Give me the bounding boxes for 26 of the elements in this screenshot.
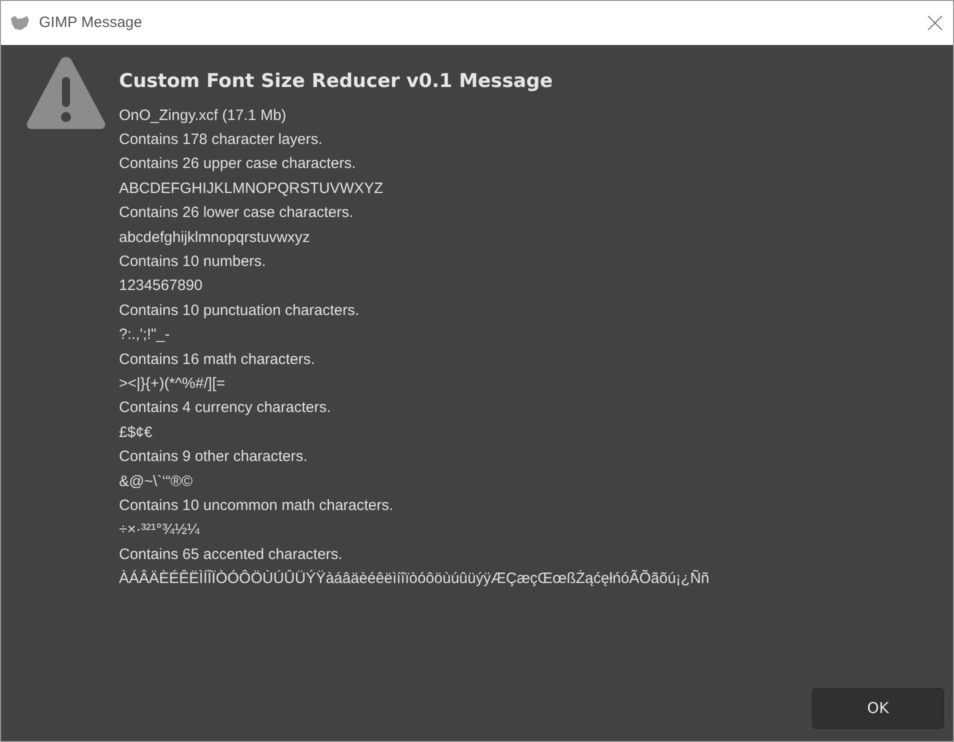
message-line: ><|}{+)(*^%#/][= [119, 374, 226, 394]
message-line: Contains 10 uncommon math characters. [119, 496, 394, 516]
message-line: Contains 26 upper case characters. [119, 154, 357, 174]
warning-icon [25, 55, 107, 131]
message-line: Contains 65 accented characters. [119, 544, 344, 565]
message-line: 1234567890 [119, 276, 204, 296]
close-icon[interactable] [927, 15, 943, 31]
message-heading: Custom Font Size Reducer v0.1 Message [119, 69, 554, 94]
message-line: &@~\`‘“®© [119, 472, 194, 492]
message-line: £$¢€ [119, 422, 154, 443]
message-line: ÀÁÂÄÈÉÊËÌÍÎÏÒÓÔÖÙÚÛÜÝŸàáâäèéêëìíîïòóôöùúûüýÿÆÇæçŒœßŻąćęłńóÃÕãõú¡¿Ññ [119, 568, 710, 590]
message-line: Contains 178 character layers. [119, 130, 324, 150]
message-line: Contains 26 lower case characters. [119, 203, 354, 224]
message-line: abcdefghijklmnopqrstuvwxyz [119, 228, 311, 248]
ok-button[interactable]: OK [812, 688, 944, 729]
gimp-icon [9, 14, 31, 32]
message-line: Contains 16 math characters. [119, 350, 316, 370]
message-line: ÷×·³²¹°¾½¼ [119, 520, 201, 540]
message-line: Contains 4 currency characters. [119, 398, 332, 418]
message-line: Contains 10 numbers. [119, 252, 267, 272]
window-title: GIMP Message [39, 12, 142, 33]
message-line: OnO_Zingy.xcf (17.1 Mb) [119, 106, 288, 126]
message-line: Contains 9 other characters. [119, 447, 308, 468]
message-line: Contains 10 punctuation characters. [119, 300, 360, 321]
message-line: ?:.,';!"_- [119, 325, 171, 346]
message-line: ABCDEFGHIJKLMNOPQRSTUVWXYZ [119, 178, 384, 199]
